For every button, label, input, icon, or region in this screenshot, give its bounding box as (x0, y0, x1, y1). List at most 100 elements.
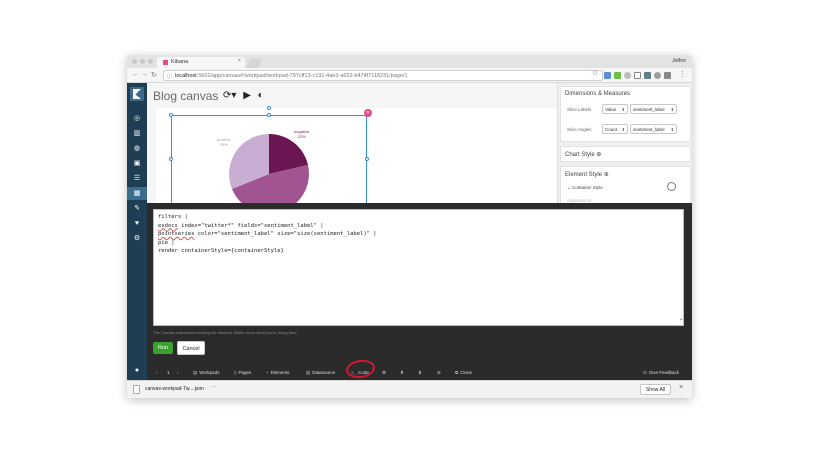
chat-icon: ✉ (643, 370, 647, 375)
monitoring-icon[interactable]: ♥ (132, 219, 142, 229)
resize-handle[interactable] (169, 113, 173, 117)
extension-icon-7[interactable] (664, 72, 671, 79)
resize-handle[interactable] (365, 157, 369, 161)
minimize-window-icon[interactable] (140, 59, 145, 64)
give-feedback-button[interactable]: ✉ Give Feedback (643, 370, 679, 376)
chevron-down-icon: ⌄ (567, 185, 571, 190)
management-gear-icon[interactable]: ⚙ (132, 234, 142, 244)
dashboard-icon[interactable]: ◍ (132, 144, 142, 154)
selected-element[interactable]: positive 33% negative 22% (171, 115, 367, 206)
clone-button[interactable]: ⧉ Clone (455, 370, 472, 375)
pie-label-negative: negative 22% (294, 129, 310, 139)
bookmark-star-icon[interactable]: ☆ (592, 69, 598, 77)
kibana-logo-icon[interactable] (130, 87, 144, 101)
dimensions-title: Dimensions & Measures (565, 91, 631, 97)
address-bar[interactable]: ⓘ localhost:5601/app/canvas#/workpad/wor… (163, 70, 603, 81)
element-style-section: Element Style ⊕ ⌄ Container Style Appear… (560, 166, 691, 206)
extension-icon-2[interactable] (614, 72, 621, 79)
prev-page-icon[interactable]: ‹ (156, 370, 158, 375)
dimensions-section: Dimensions & Measures Slice Labels Value… (560, 86, 691, 142)
extension-icon-3[interactable] (624, 72, 631, 79)
play-icon[interactable]: ▶ (243, 90, 251, 101)
delete-icon[interactable]: ⊖ (437, 370, 441, 376)
settings-gear-icon[interactable]: ⚙ (382, 370, 386, 376)
properties-panel: Dimensions & Measures Slice Labels Value… (557, 83, 692, 206)
tab-title: Kibana (171, 59, 189, 65)
slice-angles-label: Slice Angles (567, 127, 592, 132)
workpad-controls: ⟳▾ ▶ ◐ (223, 90, 264, 101)
next-page-icon[interactable]: › (177, 370, 179, 375)
extension-icon-1[interactable] (604, 72, 611, 79)
visualize-icon[interactable]: ▥ (132, 129, 142, 139)
maximize-window-icon[interactable] (148, 59, 153, 64)
resize-handle[interactable] (169, 157, 173, 161)
kibana-sidebar: ◎ ▥ ◍ ▣ ☰ ▦ ✎ ♥ ⚙ ● (127, 83, 147, 380)
browser-window: Kibana × Jethro ← → ↻ ⓘ localhost:5601/a… (127, 55, 692, 398)
extension-icon-6[interactable] (654, 72, 661, 79)
show-all-button[interactable]: Show All (640, 384, 671, 395)
expression-panel: filters | esdocs index="twitter*" fields… (147, 203, 692, 380)
forward-icon[interactable]: → (141, 71, 148, 78)
pages-button[interactable]: ▯ Pages (234, 370, 251, 376)
reload-icon[interactable]: ↻ (151, 71, 157, 79)
browser-toolbar: ← → ↻ ⓘ localhost:5601/app/canvas#/workp… (127, 68, 692, 83)
cancel-button[interactable]: Cancel (177, 341, 205, 355)
workpad-page[interactable]: positive 33% negative 22% ✕ (156, 106, 557, 206)
container-style-gear-icon[interactable] (667, 182, 676, 191)
slice-labels-field-select[interactable]: sentiment_label ⬍ (630, 104, 677, 114)
tab-close-icon[interactable]: × (237, 58, 241, 64)
pie-label-positive: positive 33% (217, 137, 231, 147)
toggle-icon[interactable]: ◐ (258, 90, 264, 101)
page-number: 1 (167, 370, 170, 375)
kibana-favicon-icon (163, 60, 168, 65)
pages-icon: ▯ (234, 370, 237, 375)
clone-icon: ⧉ (455, 370, 459, 375)
slice-angles-function-select[interactable]: Count ⬍ (602, 124, 628, 134)
container-style-toggle[interactable]: ⌄ Container Style (567, 185, 603, 191)
browser-tab[interactable]: Kibana × (157, 57, 245, 68)
slice-angles-field-select[interactable]: sentiment_label ⬍ (630, 124, 677, 134)
elements-button[interactable]: + Elements (266, 370, 289, 375)
workpad-footer: ‹ 1 › ▤ Workpads ▯ Pages + Elements ▥ Dataso… (147, 366, 692, 380)
close-download-bar-icon[interactable]: × (679, 384, 683, 391)
apm-icon[interactable]: ☰ (132, 174, 142, 184)
browser-menu-icon[interactable]: ⋮ (679, 70, 686, 78)
dev-tools-icon[interactable]: ✎ (132, 204, 142, 214)
close-window-icon[interactable] (132, 59, 137, 64)
extension-icon-5[interactable] (644, 72, 651, 79)
url-host: localhost (175, 73, 197, 79)
run-button[interactable]: Run (153, 342, 173, 354)
datasource-button[interactable]: ▥ Datasource (306, 370, 335, 376)
workpad-area: Blog canvas ⟳▾ ▶ ◐ positive 33% negative 2… (147, 83, 557, 206)
download-filename[interactable]: canvas-workpad-Tw....json (145, 386, 204, 392)
add-icon: ⊕ (603, 172, 609, 178)
remove-element-icon[interactable]: ✕ (364, 109, 372, 117)
discover-icon[interactable]: ◎ (132, 114, 142, 124)
chart-style-section[interactable]: Chart Style ⊕ (560, 146, 691, 162)
resize-handle[interactable] (267, 113, 271, 117)
timelion-icon[interactable]: ▣ (132, 159, 142, 169)
new-tab-button[interactable] (246, 59, 262, 68)
extension-icon-4[interactable] (634, 72, 641, 79)
title-bar: Kibana × Jethro (127, 55, 692, 68)
move-up-icon[interactable]: ⬆ (400, 370, 404, 376)
collapse-sidebar-icon[interactable]: ● (132, 366, 142, 376)
plus-icon: + (266, 370, 269, 375)
url-path: :5601/app/canvas#/workpad/workpad-797cff… (196, 73, 408, 79)
canvas-icon[interactable]: ▦ (127, 187, 147, 200)
slice-labels-function-select[interactable]: Value ⬍ (602, 104, 628, 114)
back-icon[interactable]: ← (132, 71, 139, 78)
profile-name[interactable]: Jethro (672, 58, 686, 64)
expression-editor[interactable]: filters | esdocs index="twitter*" fields… (153, 209, 684, 326)
slice-labels-label: Slice Labels (567, 107, 592, 112)
add-icon: ⊕ (596, 152, 602, 158)
info-icon: ⓘ (167, 74, 173, 80)
chart-style-title: Chart Style ⊕ (565, 152, 602, 158)
expression-line: render containerStyle={containerStyle} (158, 248, 284, 255)
refresh-icon[interactable]: ⟳▾ (223, 90, 236, 101)
workpads-button[interactable]: ▤ Workpads (193, 370, 219, 376)
resize-grip-icon[interactable]: ◢ (680, 315, 682, 324)
download-more-icon[interactable]: ··· (211, 384, 217, 390)
move-down-icon[interactable]: ⬇ (418, 370, 422, 376)
rotate-handle[interactable] (267, 106, 271, 110)
